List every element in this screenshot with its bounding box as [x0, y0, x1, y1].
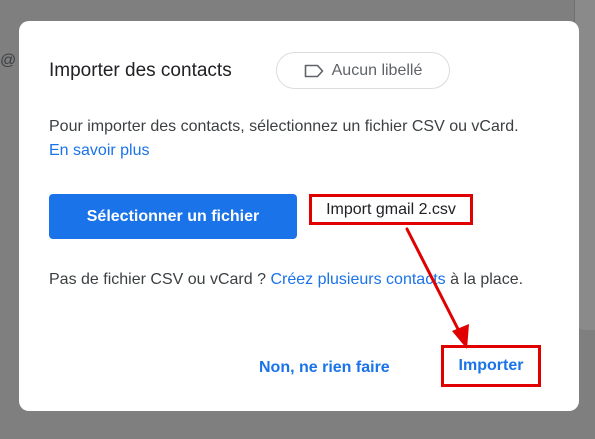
selected-file-text: Import gmail 2.csv — [326, 201, 456, 218]
select-file-button[interactable]: Sélectionner un fichier — [49, 194, 297, 239]
dialog-title: Importer des contacts — [49, 60, 232, 81]
description-text: Pour importer des contacts, sélectionnez… — [49, 118, 519, 135]
background-text-fragment: @ — [0, 52, 17, 69]
hint-prefix: Pas de fichier CSV ou vCard ? — [49, 271, 266, 288]
import-contacts-dialog: Importer des contacts Aucun libellé Pour… — [19, 21, 579, 411]
create-contacts-link[interactable]: Créez plusieurs contacts — [270, 271, 445, 288]
dialog-description: Pour importer des contacts, sélectionnez… — [49, 115, 529, 163]
label-tag-icon — [304, 64, 323, 77]
label-chip-text: Aucun libellé — [331, 61, 423, 79]
label-chip-button[interactable]: Aucun libellé — [276, 52, 450, 89]
hint-suffix: à la place. — [450, 271, 524, 288]
cancel-button[interactable]: Non, ne rien faire — [259, 354, 390, 382]
selected-file-name: Import gmail 2.csv — [309, 194, 473, 225]
learn-more-link[interactable]: En savoir plus — [49, 142, 150, 159]
import-button[interactable]: Importer — [441, 345, 541, 387]
create-contacts-hint: Pas de fichier CSV ou vCard ? Créez plus… — [49, 267, 549, 292]
